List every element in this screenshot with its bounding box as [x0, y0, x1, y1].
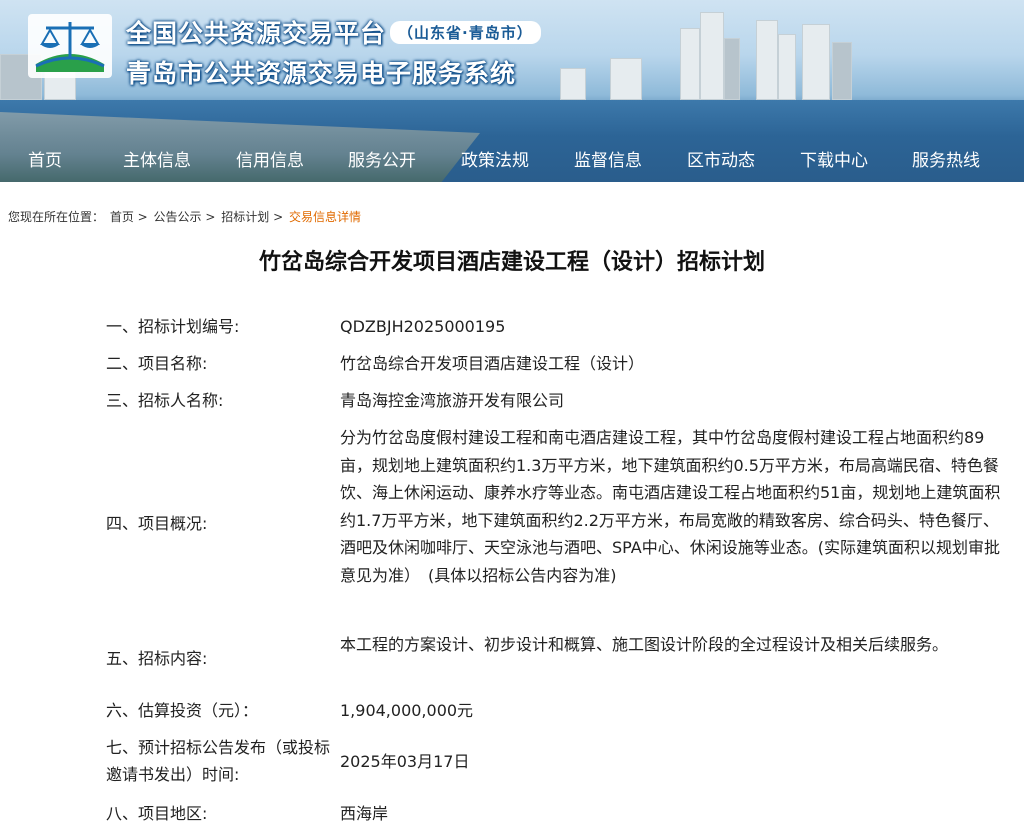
nav-item-service-disclosure[interactable]: 服务公开 — [348, 146, 416, 171]
banner-building — [778, 34, 796, 100]
detail-value-publish-time: 2025年03月17日 — [340, 752, 470, 771]
banner-building — [610, 58, 642, 100]
nav-item-entity-info[interactable]: 主体信息 — [123, 146, 191, 171]
breadcrumb-tender-plan[interactable]: 招标计划 > — [221, 210, 283, 224]
nav-item-home[interactable]: 首页 — [28, 146, 62, 171]
banner-building — [802, 24, 830, 100]
detail-value-project-name: 竹岔岛综合开发项目酒店建设工程（设计） — [340, 354, 645, 373]
platform-title-main: 全国公共资源交易平台 — [126, 19, 387, 48]
nav-item-download[interactable]: 下载中心 — [800, 146, 868, 171]
banner-building — [832, 42, 852, 100]
detail-value-overview: 分为竹岔岛度假村建设工程和南屯酒店建设工程，其中竹岔岛度假村建设工程占地面积约8… — [340, 428, 1001, 585]
detail-value-region: 西海岸 — [340, 804, 389, 823]
detail-label-region: 八、项目地区: — [106, 804, 208, 823]
detail-label-tenderer: 三、招标人名称: — [106, 391, 224, 410]
nav-item-hotline[interactable]: 服务热线 — [912, 146, 980, 171]
page-title: 竹岔岛综合开发项目酒店建设工程（设计）招标计划 — [258, 250, 765, 275]
breadcrumb: 您现在所在位置： 首页 > 公告公示 > 招标计划 > 交易信息详情 — [8, 208, 363, 225]
header-banner: 全国公共资源交易平台 （山东省·青岛市） 青岛市公共资源交易电子服务系统 首页 主… — [0, 0, 1024, 182]
nav-item-credit-info[interactable]: 信用信息 — [236, 146, 304, 171]
detail-label-publish-time: 七、预计招标公告发布（或投标邀请书发出）时间: — [106, 738, 331, 784]
detail-label-overview: 四、项目概况: — [106, 514, 208, 533]
banner-building — [756, 20, 778, 100]
banner-building — [680, 28, 700, 100]
platform-title: 全国公共资源交易平台 （山东省·青岛市） — [126, 14, 541, 50]
scales-logo-icon[interactable] — [28, 14, 112, 78]
detail-value-scope: 本工程的方案设计、初步设计和概算、施工图设计阶段的全过程设计及相关后续服务。 — [340, 635, 949, 654]
banner-building — [700, 12, 724, 100]
detail-label-scope: 五、招标内容: — [106, 649, 208, 668]
system-title: 青岛市公共资源交易电子服务系统 — [126, 59, 517, 88]
breadcrumb-prefix: 您现在所在位置： — [8, 210, 105, 224]
breadcrumb-home[interactable]: 首页 > — [110, 210, 148, 224]
detail-value-tenderer: 青岛海控金湾旅游开发有限公司 — [340, 391, 565, 410]
detail-label-investment: 六、估算投资（元）： — [106, 701, 259, 720]
banner-building — [724, 38, 740, 100]
banner-building — [560, 68, 586, 100]
nav-item-supervision[interactable]: 监督信息 — [574, 146, 642, 171]
nav-item-policy[interactable]: 政策法规 — [461, 146, 529, 171]
detail-value-plan-number: QDZBJH2025000195 — [340, 317, 506, 336]
detail-value-investment: 1,904,000,000元 — [340, 701, 474, 720]
breadcrumb-announcements[interactable]: 公告公示 > — [154, 210, 216, 224]
breadcrumb-current: 交易信息详情 — [288, 210, 361, 224]
detail-label-project-name: 二、项目名称: — [106, 354, 208, 373]
nav-item-district-news[interactable]: 区市动态 — [687, 146, 755, 171]
main-nav: 首页 主体信息 信用信息 服务公开 政策法规 监督信息 区市动态 下载中心 服务… — [0, 132, 1024, 182]
platform-title-region: （山东省·青岛市） — [390, 21, 541, 44]
detail-label-plan-number: 一、招标计划编号: — [106, 317, 240, 336]
